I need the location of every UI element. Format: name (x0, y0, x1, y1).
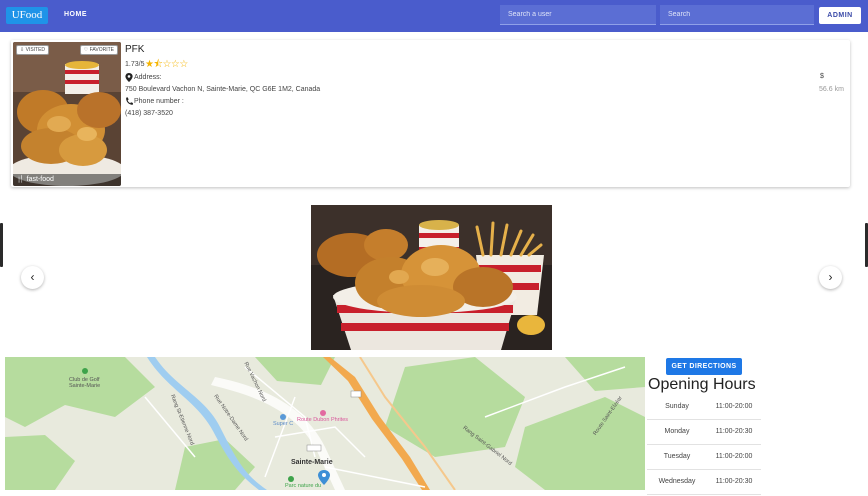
chicken-bucket-photo (311, 205, 552, 350)
search-input[interactable] (660, 5, 814, 25)
carousel-next-button[interactable]: › (819, 266, 842, 289)
map-label-sainte-marie: Sainte-Marie (291, 459, 333, 466)
map-label-parc: Parc nature du (285, 483, 322, 489)
hours-time: 11:00-20:30 (707, 419, 761, 445)
map-label-golf: Club de Golf Sainte-Marie (69, 377, 101, 389)
address-text: 750 Boulevard Vachon N, Sainte-Marie, QC… (125, 86, 321, 93)
rating-text: 1.73/5 (125, 61, 145, 68)
chevron-left-icon: ‹ (30, 270, 35, 284)
category-footer: 🍴 fast-food (13, 174, 121, 186)
search-user-input[interactable] (500, 5, 656, 25)
restaurant-name[interactable]: PFK (125, 44, 144, 55)
hours-day: Tuesday (647, 444, 707, 470)
ufood-logo[interactable]: UFood (6, 7, 48, 24)
star-icon: ☆ (179, 59, 188, 70)
visited-chip[interactable]: ⇩ VISITED (16, 45, 50, 55)
hours-time: 11:00-20:00 (707, 394, 761, 420)
admin-button[interactable]: ADMIN (819, 7, 861, 24)
opening-hours-table: Sunday 11:00-20:00 Monday 11:00-20:30 Tu… (647, 394, 761, 495)
hours-row: Tuesday 11:00-20:00 (647, 444, 761, 470)
location-map[interactable]: Club de Golf Sainte-Marie Rang St-Etienn… (5, 357, 645, 490)
rating-stars: ★⯪☆☆☆ (145, 57, 188, 74)
hours-row: Monday 11:00-20:30 (647, 419, 761, 445)
hours-time: 11:00-20:00 (707, 444, 761, 470)
hours-time: 11:00-20:30 (707, 469, 761, 495)
chevron-right-icon: › (828, 270, 833, 284)
get-directions-button[interactable]: GET DIRECTIONS (666, 358, 742, 375)
address-label: Address: (134, 74, 162, 81)
favorite-label: FAVORITE (89, 47, 114, 53)
top-navbar: UFood HOME ADMIN (0, 0, 868, 32)
hours-day: Sunday (647, 394, 707, 420)
carousel-prev-button[interactable]: ‹ (21, 266, 44, 289)
price-level: $ (820, 73, 824, 80)
category-label: fast-food (26, 176, 54, 183)
opening-hours-title: Opening Hours (648, 376, 756, 393)
map-pin-icon (125, 73, 133, 82)
map-label-poi: Route Dubon Phrites (297, 417, 349, 423)
map-label-super-c: Super C (273, 421, 294, 427)
hours-row: Wednesday 11:00-20:30 (647, 469, 761, 495)
phone-icon (126, 97, 133, 105)
favorite-chip[interactable]: ♡ FAVORITE (79, 45, 118, 55)
phone-label: Phone number : (134, 98, 184, 105)
hours-day: Monday (647, 419, 707, 445)
restaurant-thumbnail: ⇩ VISITED ♡ FAVORITE 🍴 fast-food (13, 42, 121, 186)
visited-label: VISITED (25, 47, 46, 53)
star-icon: ☆ (162, 59, 171, 70)
hours-row: Sunday 11:00-20:00 (647, 394, 761, 420)
left-edge-handle (0, 223, 3, 267)
fried-chicken-photo (13, 42, 121, 186)
restaurant-card: ⇩ VISITED ♡ FAVORITE 🍴 fast-food PFK 1.7… (11, 40, 850, 187)
distance-text: 56.6 km (819, 86, 844, 93)
hours-day: Wednesday (647, 469, 707, 495)
phone-number: (418) 387-3520 (125, 110, 173, 117)
carousel-image (311, 205, 552, 350)
fork-knife-icon: 🍴 (16, 176, 27, 183)
nav-home-link[interactable]: HOME (64, 11, 87, 18)
